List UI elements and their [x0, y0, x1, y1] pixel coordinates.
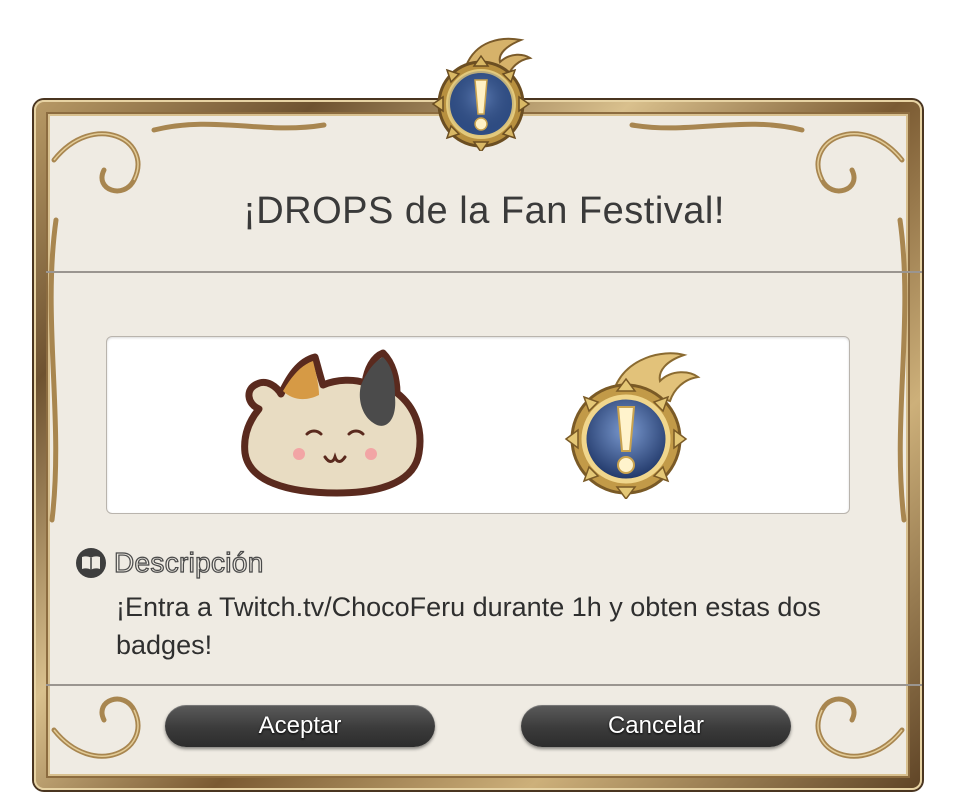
description-label: Descripción	[113, 546, 264, 578]
fat-cat-badge-icon	[241, 349, 424, 497]
book-icon	[76, 548, 106, 578]
exclamation-emblem-icon	[564, 352, 701, 499]
cancel-button[interactable]: Cancelar	[521, 705, 791, 747]
badge-preview-panel	[106, 336, 850, 514]
dialog-title: ¡DROPS de la Fan Festival!	[243, 190, 725, 232]
divider-bottom	[46, 684, 922, 686]
divider-top	[46, 271, 922, 273]
exclamation-emblem-icon	[431, 37, 533, 151]
description-text: ¡Entra a Twitch.tv/ChocoFeru durante 1h …	[116, 592, 821, 660]
description-header: Descripción	[76, 545, 264, 581]
accept-button[interactable]: Aceptar	[165, 705, 435, 747]
